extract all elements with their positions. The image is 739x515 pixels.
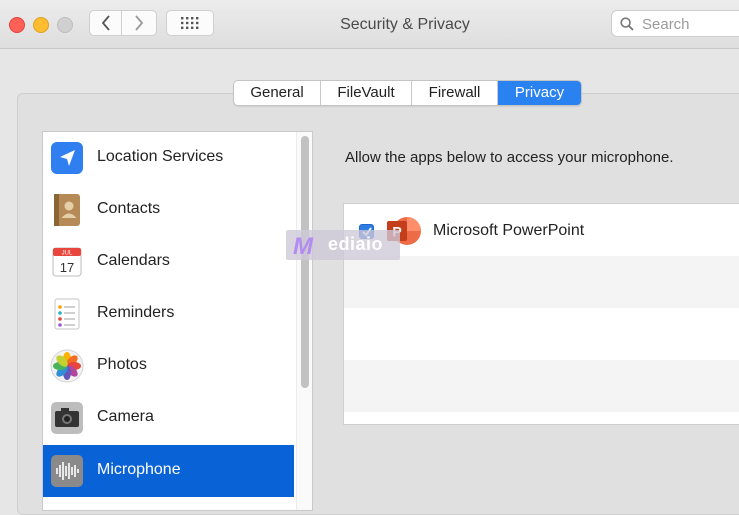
watermark: M ediaio bbox=[286, 230, 400, 260]
calendar-icon: JUL 17 bbox=[52, 247, 82, 277]
sidebar-item-location-services[interactable]: Location Services bbox=[43, 132, 294, 184]
access-prompt: Allow the apps below to access your micr… bbox=[345, 149, 674, 166]
watermark-logo: M bbox=[293, 233, 314, 258]
sidebar-item-calendars[interactable]: JUL 17 Calendars bbox=[43, 236, 294, 288]
show-all-button[interactable] bbox=[166, 10, 214, 36]
forward-button[interactable] bbox=[121, 10, 157, 36]
sidebar-item-camera[interactable]: Camera bbox=[43, 392, 294, 444]
chevron-left-icon bbox=[101, 15, 110, 31]
sidebar-item-label: Contacts bbox=[97, 200, 161, 217]
photos-flower-icon bbox=[50, 349, 84, 383]
list-item[interactable]: P Microsoft PowerPoint bbox=[344, 204, 739, 256]
sidebar-item-photos[interactable]: Photos bbox=[43, 340, 294, 392]
tab-filevault[interactable]: FileVault bbox=[321, 81, 412, 105]
empty-list-row bbox=[344, 256, 739, 308]
app-name: Microsoft PowerPoint bbox=[433, 222, 585, 239]
app-list: P Microsoft PowerPoint bbox=[343, 203, 739, 425]
calendar-icon-day: 17 bbox=[60, 260, 74, 275]
sidebar-item-label: Reminders bbox=[97, 304, 175, 321]
calendar-icon-month: JUL bbox=[62, 251, 73, 257]
tab-privacy[interactable]: Privacy bbox=[498, 81, 581, 105]
empty-list-row bbox=[344, 360, 739, 412]
search-icon bbox=[620, 17, 634, 31]
tab-bar: General FileVault Firewall Privacy bbox=[233, 80, 582, 106]
sidebar-item-label: Microphone bbox=[97, 461, 181, 478]
tab-firewall[interactable]: Firewall bbox=[412, 81, 498, 105]
tab-general[interactable]: General bbox=[234, 81, 321, 105]
microphone-waveform-icon bbox=[51, 455, 83, 487]
contacts-book-icon bbox=[54, 194, 80, 226]
sidebar-item-label: Location Services bbox=[97, 148, 224, 165]
sidebar-item-label: Photos bbox=[97, 356, 147, 373]
back-button[interactable] bbox=[89, 10, 122, 36]
minimize-window-button[interactable] bbox=[33, 17, 49, 33]
watermark-text: ediaio bbox=[328, 234, 384, 254]
location-arrow-icon bbox=[51, 142, 83, 174]
sidebar-item-label: Calendars bbox=[97, 252, 170, 269]
reminders-list-icon bbox=[54, 298, 80, 330]
sidebar-item-reminders[interactable]: Reminders bbox=[43, 288, 294, 340]
sidebar-item-label: Camera bbox=[97, 408, 154, 425]
title-bar: Security & Privacy bbox=[0, 0, 739, 49]
empty-list-row bbox=[344, 308, 739, 360]
window-title: Security & Privacy bbox=[340, 16, 470, 33]
chevron-right-icon bbox=[135, 15, 144, 31]
privacy-category-list: Location Services Contacts JUL 17 Calend… bbox=[42, 131, 313, 511]
camera-icon bbox=[51, 402, 83, 434]
search-input[interactable] bbox=[640, 14, 739, 35]
sidebar-scrollbar[interactable] bbox=[296, 132, 312, 510]
grid-icon bbox=[181, 17, 199, 29]
scrollbar-thumb[interactable] bbox=[301, 136, 309, 388]
close-window-button[interactable] bbox=[9, 17, 25, 33]
zoom-window-button[interactable] bbox=[57, 17, 73, 33]
sidebar-item-microphone[interactable]: Microphone bbox=[43, 445, 294, 497]
search-field[interactable] bbox=[611, 10, 739, 37]
watermark-logo-letter: M bbox=[293, 233, 314, 258]
sidebar-item-contacts[interactable]: Contacts bbox=[43, 184, 294, 236]
